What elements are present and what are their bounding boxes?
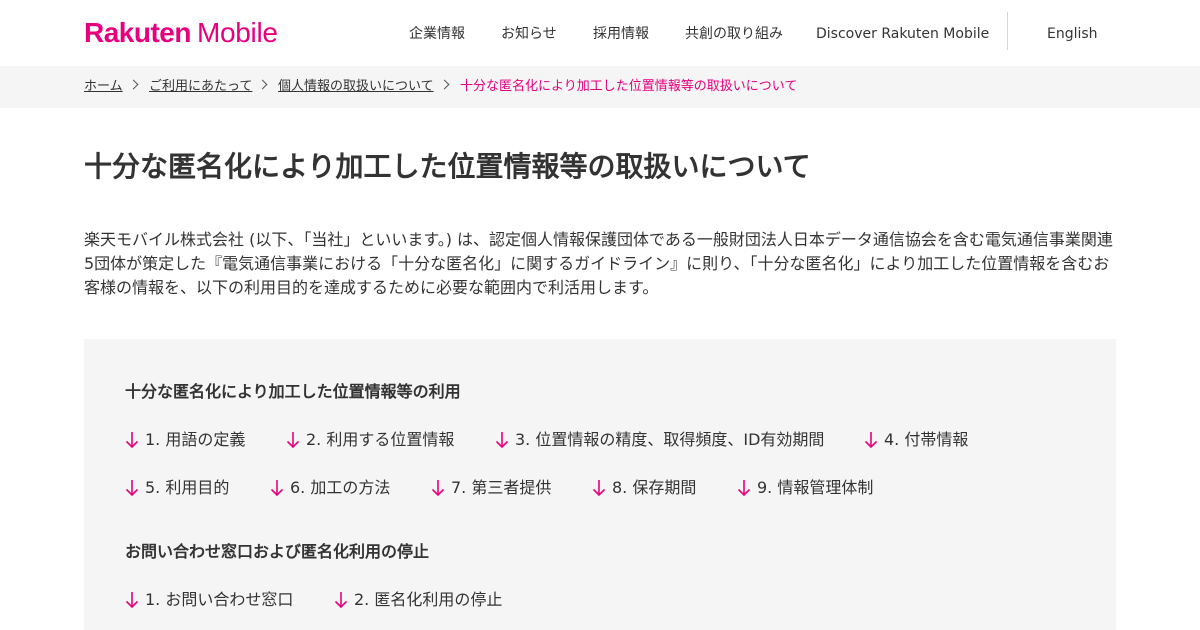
nav-item-english[interactable]: English: [1047, 22, 1098, 46]
toc-section1-heading: 十分な匿名化により加工した位置情報等の利用: [125, 382, 461, 401]
nav-divider: [1007, 12, 1008, 50]
toc-link-label: 3. 位置情報の精度、取得頻度、ID有効期間: [515, 430, 825, 449]
toc-link-label: 6. 加工の方法: [290, 478, 391, 497]
arrow-down-icon: [495, 432, 509, 449]
nav-item-news[interactable]: お知らせ: [501, 22, 557, 46]
toc-link-label: 4. 付帯情報: [884, 430, 969, 449]
chevron-right-icon: [128, 79, 139, 90]
rakuten-mobile-logo[interactable]: Rakuten Mobile: [84, 17, 278, 51]
page-title: 十分な匿名化により加工した位置情報等の取扱いについて: [84, 150, 811, 183]
toc-link-definitions[interactable]: 1. 用語の定義: [125, 428, 245, 452]
arrow-down-icon: [125, 592, 139, 609]
toc-link-location-info[interactable]: 2. 利用する位置情報: [286, 428, 454, 452]
intro-paragraph: 楽天モバイル株式会社 (以下、「当社」といいます。) は、認定個人情報保護団体で…: [84, 230, 1113, 297]
arrow-down-icon: [592, 480, 606, 497]
arrow-down-icon: [286, 432, 300, 449]
arrow-down-icon: [864, 432, 878, 449]
site-header: Rakuten Mobile 企業情報 お知らせ 採用情報 共創の取り組み Di…: [0, 0, 1200, 66]
arrow-down-icon: [431, 480, 445, 497]
toc-link-label: 8. 保存期間: [612, 478, 697, 497]
toc-link-label: 9. 情報管理体制: [757, 478, 874, 497]
arrow-down-icon: [737, 480, 751, 497]
nav-item-corporate[interactable]: 企業情報: [409, 22, 465, 46]
nav-item-co-creation[interactable]: 共創の取り組み: [685, 22, 783, 46]
toc-link-accuracy[interactable]: 3. 位置情報の精度、取得頻度、ID有効期間: [495, 428, 824, 452]
breadcrumb-privacy[interactable]: 個人情報の取扱いについて: [278, 78, 434, 96]
toc-link-processing-method[interactable]: 6. 加工の方法: [270, 476, 390, 500]
toc-link-opt-out[interactable]: 2. 匿名化利用の停止: [334, 588, 502, 612]
table-of-contents: 十分な匿名化により加工した位置情報等の利用 1. 用語の定義 2. 利用する位置…: [84, 339, 1116, 630]
nav-item-careers[interactable]: 採用情報: [593, 22, 649, 46]
chevron-right-icon: [257, 79, 268, 90]
arrow-down-icon: [334, 592, 348, 609]
breadcrumb-current: 十分な匿名化により加工した位置情報等の取扱いについて: [460, 79, 798, 94]
breadcrumb-usage[interactable]: ご利用にあたって: [149, 78, 252, 96]
toc-section2-heading: お問い合わせ窓口および匿名化利用の停止: [125, 542, 430, 561]
toc-link-label: 7. 第三者提供: [451, 478, 552, 497]
toc-link-third-party[interactable]: 7. 第三者提供: [431, 476, 551, 500]
logo-product-text: Mobile: [196, 17, 278, 48]
toc-link-label: 1. 用語の定義: [145, 430, 246, 449]
toc-link-contact[interactable]: 1. お問い合わせ窓口: [125, 588, 293, 612]
toc-link-label: 1. お問い合わせ窓口: [145, 590, 294, 609]
toc-link-purpose[interactable]: 5. 利用目的: [125, 476, 229, 500]
arrow-down-icon: [270, 480, 284, 497]
arrow-down-icon: [125, 432, 139, 449]
breadcrumb: ホーム ご利用にあたって 個人情報の取扱いについて 十分な匿名化により加工した位…: [0, 66, 1200, 108]
logo-brand-text: Rakuten: [84, 17, 191, 48]
chevron-right-icon: [439, 79, 450, 90]
toc-link-label: 2. 匿名化利用の停止: [354, 590, 503, 609]
arrow-down-icon: [125, 480, 139, 497]
toc-link-management[interactable]: 9. 情報管理体制: [737, 476, 873, 500]
toc-link-label: 5. 利用目的: [145, 478, 230, 497]
toc-link-retention[interactable]: 8. 保存期間: [592, 476, 696, 500]
toc-link-label: 2. 利用する位置情報: [306, 430, 455, 449]
breadcrumb-home[interactable]: ホーム: [84, 78, 123, 96]
toc-link-attached-info[interactable]: 4. 付帯情報: [864, 428, 968, 452]
nav-item-discover[interactable]: Discover Rakuten Mobile: [816, 22, 989, 46]
